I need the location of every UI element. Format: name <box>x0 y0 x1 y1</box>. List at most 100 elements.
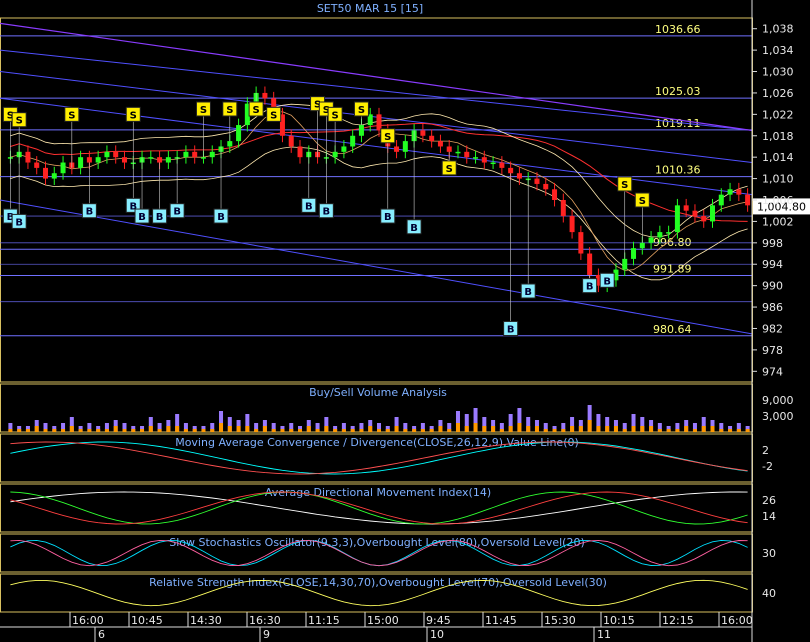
volume-bar-sell <box>745 429 750 432</box>
volume-bar-sell <box>175 426 180 432</box>
candle-body <box>104 151 110 158</box>
volume-bar-sell <box>219 423 224 432</box>
candle-body <box>481 157 487 163</box>
sell-signal-label: S <box>358 105 365 116</box>
volume-bar-sell <box>649 426 654 432</box>
candle-body <box>437 141 443 147</box>
sell-signal-label: S <box>253 105 260 116</box>
candle-body <box>560 200 566 217</box>
volume-bar-sell <box>596 426 601 432</box>
candle-body <box>183 151 189 158</box>
level-label: 1025.03 <box>655 85 701 98</box>
time-tick-label: 11:45 <box>485 614 517 627</box>
buy-signal-label: B <box>156 212 164 223</box>
volume-bar-sell <box>210 429 215 432</box>
buy-signal-label: B <box>507 324 515 335</box>
candle-body <box>341 146 347 152</box>
volume-bar-sell <box>631 426 636 432</box>
candle-body <box>192 151 198 158</box>
price-tick-label: 982 <box>762 322 783 335</box>
volume-bar-sell <box>719 429 724 432</box>
volume-bar-sell <box>482 426 487 432</box>
panel-tick-label: 30 <box>762 547 776 560</box>
volume-bar-sell <box>385 429 390 432</box>
candle-body <box>236 125 242 142</box>
candle-body <box>429 135 435 142</box>
volume-bar-sell <box>201 429 206 432</box>
panel-title: Buy/Sell Volume Analysis <box>309 386 447 399</box>
time-tick-label: 11:15 <box>308 614 340 627</box>
buy-signal-label: B <box>524 287 532 298</box>
chart-svg: SET50 MAR 15 [15] 1036.66 1025.03 1019.11 1… <box>0 0 810 642</box>
volume-bar-sell <box>315 429 320 432</box>
panel-tick-label: 40 <box>762 587 776 600</box>
price-tick-label: 1,034 <box>762 44 794 57</box>
day-tick-label: 9 <box>263 628 270 641</box>
candle-body <box>657 232 663 238</box>
volume-bar-sell <box>578 426 583 432</box>
sell-signal-label: S <box>200 105 207 116</box>
volume-bar-sell <box>455 423 460 432</box>
candle-body <box>578 232 584 254</box>
candle-body <box>95 157 101 163</box>
level-label: 980.64 <box>653 323 692 336</box>
volume-bar-sell <box>491 426 496 432</box>
volume-bar-sell <box>403 429 408 432</box>
sell-signal-label: S <box>226 105 233 116</box>
panel-title: Moving Average Convergence / Divergence(… <box>175 436 579 449</box>
time-tick-label: 9:45 <box>426 614 451 627</box>
candle-body <box>473 157 479 159</box>
candle-body <box>209 151 215 158</box>
volume-bar-sell <box>113 426 118 432</box>
volume-bar-sell <box>640 426 645 432</box>
time-tick-label: 12:15 <box>662 614 694 627</box>
volume-bar-sell <box>271 429 276 432</box>
time-tick-label: 16:00 <box>72 614 104 627</box>
volume-bar-sell <box>78 429 83 432</box>
volume-bar-sell <box>543 429 548 432</box>
volume-bar-sell <box>166 426 171 432</box>
volume-bar-sell <box>17 429 22 432</box>
candle-body <box>200 157 206 159</box>
volume-bar-sell <box>289 429 294 432</box>
candle-body <box>508 167 514 174</box>
volume-bar-sell <box>438 426 443 432</box>
price-tick-label: 994 <box>762 258 783 271</box>
volume-bar-sell <box>657 429 662 432</box>
volume-bar-sell <box>280 429 285 432</box>
volume-bar-sell <box>412 429 417 432</box>
volume-bar-sell <box>447 429 452 432</box>
volume-bar-sell <box>464 426 469 432</box>
candle-body <box>60 162 66 174</box>
volume-bar-sell <box>306 426 311 432</box>
volume-bar-sell <box>87 429 92 432</box>
volume-bar-sell <box>52 429 57 432</box>
panel-tick-label: 26 <box>762 494 776 507</box>
volume-bar-sell <box>69 426 74 432</box>
candle-body <box>297 146 303 158</box>
candle-body <box>534 178 540 184</box>
volume-bar-sell <box>227 426 232 432</box>
volume-bar-sell <box>701 426 706 432</box>
candle-body <box>165 157 171 163</box>
price-tick-label: 986 <box>762 301 783 314</box>
price-tick-label: 1,014 <box>762 151 794 164</box>
candle-body <box>736 189 742 195</box>
time-tick-label: 16:30 <box>249 614 281 627</box>
volume-bar-sell <box>675 429 680 432</box>
candle-body <box>121 157 127 163</box>
buy-signal-label: B <box>323 207 331 218</box>
volume-bar-sell <box>131 429 136 432</box>
volume-bar-sell <box>183 429 188 432</box>
buy-signal-label: B <box>384 212 392 223</box>
buy-signal-label: B <box>410 223 418 234</box>
price-tick-label: 1,030 <box>762 66 794 79</box>
time-tick-label: 10:15 <box>603 614 635 627</box>
volume-bar-sell <box>587 420 592 432</box>
candle-body <box>157 157 163 163</box>
volume-bar-sell <box>684 426 689 432</box>
time-tick-label: 16:00 <box>721 614 753 627</box>
candle-body <box>227 141 233 147</box>
price-tick-label: 974 <box>762 365 783 378</box>
volume-bar-sell <box>298 429 303 432</box>
